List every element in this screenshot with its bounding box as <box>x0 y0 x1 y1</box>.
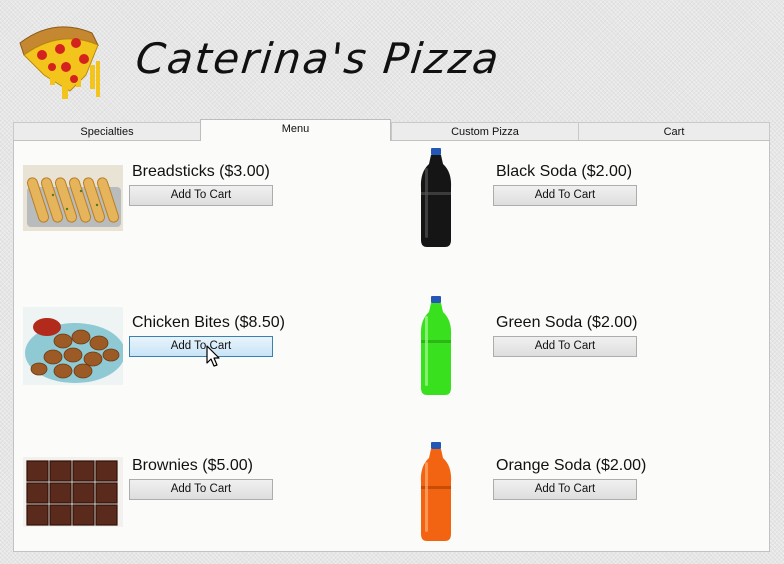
add-to-cart-black-soda-button[interactable]: Add To Cart <box>493 185 637 206</box>
add-to-cart-brownies-button[interactable]: Add To Cart <box>129 479 273 500</box>
item-label-green-soda: Green Soda ($2.00) <box>496 314 638 331</box>
tab-cart[interactable]: Cart <box>578 122 770 141</box>
black-soda-bottle <box>420 148 452 247</box>
brownies-photo <box>23 457 123 527</box>
add-to-cart-green-soda-button[interactable]: Add To Cart <box>493 336 637 357</box>
breadsticks-photo <box>23 165 123 231</box>
item-label-orange-soda: Orange Soda ($2.00) <box>496 457 647 474</box>
item-label-breadsticks: Breadsticks ($3.00) <box>132 163 270 180</box>
tab-menu[interactable]: Menu <box>200 119 391 141</box>
chicken-bites-photo <box>23 307 123 385</box>
item-label-brownies: Brownies ($5.00) <box>132 457 253 474</box>
orange-soda-bottle <box>420 442 452 541</box>
pizza-slice-icon <box>19 26 100 99</box>
add-to-cart-chicken-bites-button[interactable]: Add To Cart <box>129 336 273 357</box>
tab-custom-pizza[interactable]: Custom Pizza <box>391 122 579 141</box>
green-soda-bottle <box>420 296 452 395</box>
item-label-chicken-bites: Chicken Bites ($8.50) <box>132 314 285 331</box>
add-to-cart-breadsticks-button[interactable]: Add To Cart <box>129 185 273 206</box>
menu-panel: Breadsticks ($3.00) Add To Cart Chicken … <box>13 140 770 552</box>
tab-bar: Specialties Menu Custom Pizza Cart <box>13 119 770 141</box>
item-label-black-soda: Black Soda ($2.00) <box>496 163 633 180</box>
add-to-cart-orange-soda-button[interactable]: Add To Cart <box>493 479 637 500</box>
app-title: Caterina's Pizza <box>133 34 503 83</box>
mouse-cursor-icon <box>206 345 220 367</box>
tab-specialties[interactable]: Specialties <box>13 122 201 141</box>
